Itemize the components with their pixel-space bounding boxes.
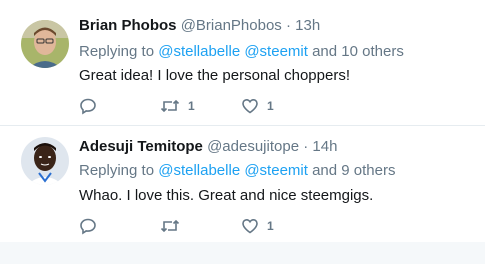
reply-button[interactable] [79, 97, 105, 115]
tweet-text: Whao. I love this. Great and nice steemg… [79, 187, 374, 204]
reply-icon [79, 217, 97, 235]
tweet-text: Great idea! I love the personal choppers… [79, 67, 350, 84]
separator: · [303, 138, 309, 155]
display-name[interactable]: Adesuji Temitope [79, 138, 203, 155]
timestamp[interactable]: 14h [312, 138, 337, 155]
timestamp[interactable]: 13h [295, 17, 320, 34]
replying-to: Replying to @stellabelle @steemit and 9 … [79, 162, 395, 180]
reply-prefix: Replying to [79, 162, 155, 179]
reply-prefix: Replying to [79, 43, 155, 60]
reply-others[interactable]: and 10 others [312, 43, 404, 60]
user-handle[interactable]: @BrianPhobos [181, 17, 282, 34]
retweet-icon [160, 97, 180, 115]
retweet-button[interactable]: 1 [160, 97, 195, 115]
retweet-button[interactable] [160, 217, 188, 235]
heart-icon [241, 217, 259, 235]
timeline-footer [0, 242, 485, 264]
separator: · [285, 17, 291, 34]
tweet[interactable]: Adesuji Temitope @adesujitope · 14h Repl… [0, 126, 485, 243]
mention-link[interactable]: @steemit [244, 43, 308, 60]
reply-icon [79, 97, 97, 115]
heart-icon [241, 97, 259, 115]
mention-link[interactable]: @stellabelle [158, 43, 240, 60]
user-handle[interactable]: @adesujitope [207, 138, 299, 155]
tweet-header: Adesuji Temitope @adesujitope · 14h [79, 138, 337, 156]
like-count: 1 [267, 219, 274, 233]
like-button[interactable]: 1 [241, 217, 274, 235]
mention-link[interactable]: @steemit [244, 162, 308, 179]
tweet[interactable]: Brian Phobos @BrianPhobos · 13h Replying… [0, 0, 485, 126]
retweet-icon [160, 217, 180, 235]
display-name[interactable]: Brian Phobos [79, 17, 177, 34]
reply-others[interactable]: and 9 others [312, 162, 395, 179]
reply-button[interactable] [79, 217, 105, 235]
like-button[interactable]: 1 [241, 97, 274, 115]
avatar[interactable] [21, 20, 69, 68]
retweet-count: 1 [188, 99, 195, 113]
avatar[interactable] [21, 137, 69, 185]
replying-to: Replying to @stellabelle @steemit and 10… [79, 43, 404, 61]
mention-link[interactable]: @stellabelle [158, 162, 240, 179]
tweet-header: Brian Phobos @BrianPhobos · 13h [79, 17, 320, 35]
like-count: 1 [267, 99, 274, 113]
